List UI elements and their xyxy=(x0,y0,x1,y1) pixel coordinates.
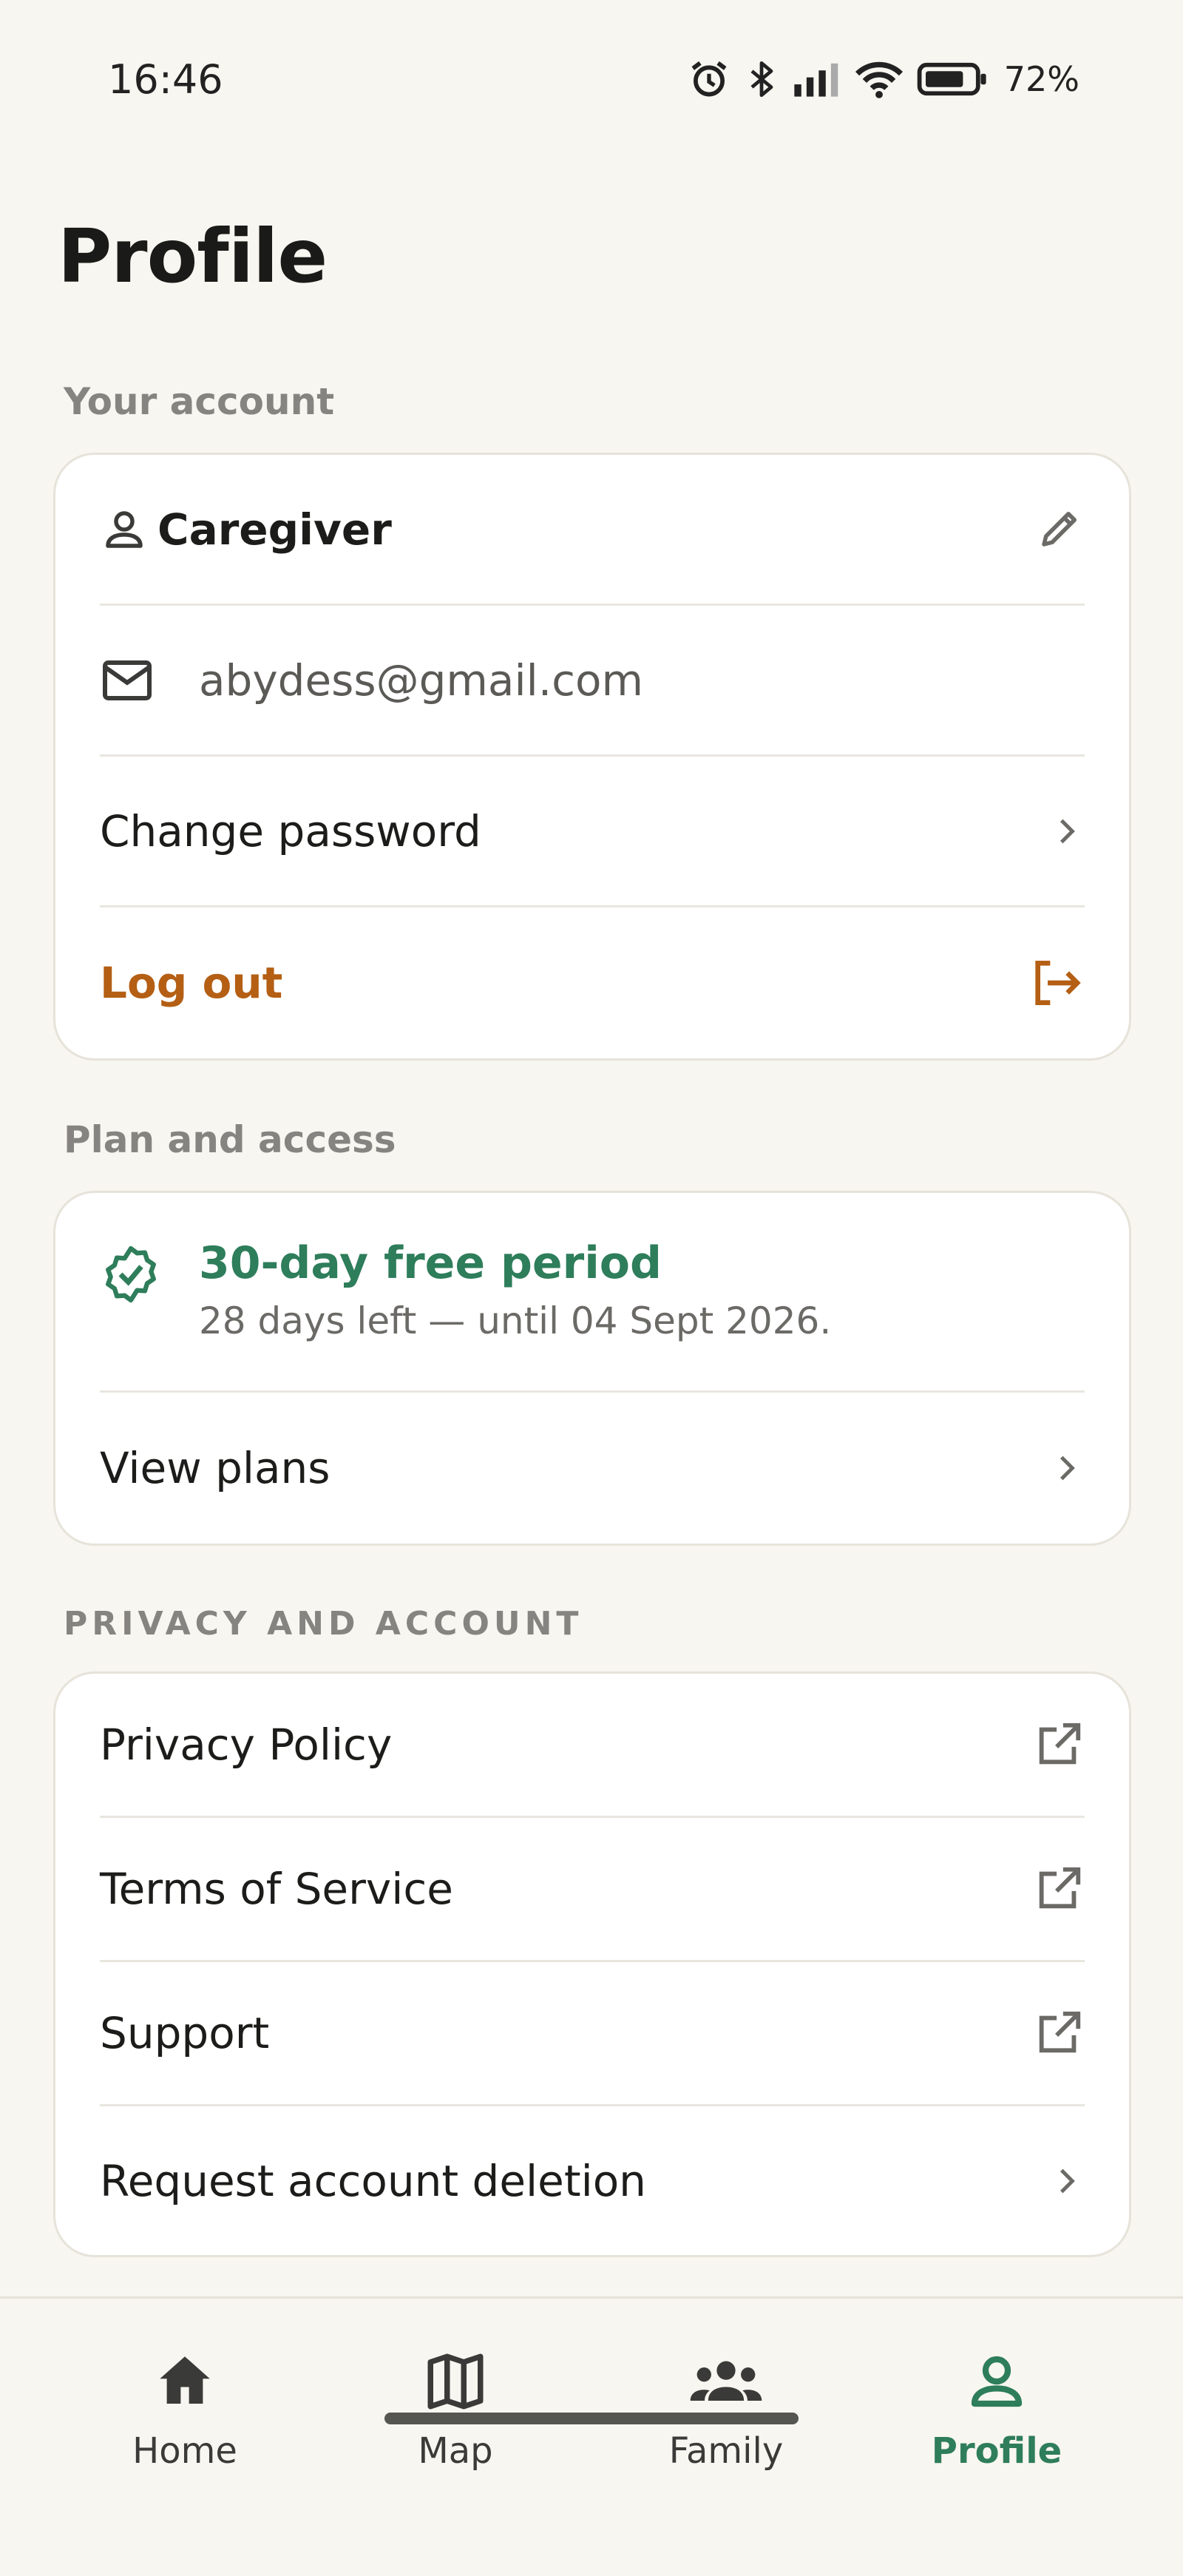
verified-badge-icon xyxy=(100,1243,199,1305)
external-link-icon xyxy=(1018,2007,1085,2059)
person-icon xyxy=(100,505,157,554)
terms-of-service-label: Terms of Service xyxy=(100,1864,453,1914)
alarm-icon xyxy=(688,58,731,101)
support-label: Support xyxy=(100,2008,270,2058)
logout-icon xyxy=(1018,953,1085,1013)
plan-status-row: 30-day free period 28 days left — until … xyxy=(100,1193,1085,1393)
map-icon xyxy=(345,2345,566,2418)
edit-name-button[interactable] xyxy=(1018,504,1085,555)
status-time: 16:46 xyxy=(108,56,223,103)
bottom-navigation: Home Map Family Profile xyxy=(0,2296,1183,2576)
nav-profile[interactable]: Profile xyxy=(886,2345,1108,2472)
plan-title: 30-day free period xyxy=(199,1237,662,1289)
battery-percentage: 72% xyxy=(1003,59,1079,99)
home-indicator[interactable] xyxy=(384,2413,799,2424)
account-email-row: abydess@gmail.com xyxy=(100,606,1085,757)
terms-of-service-row[interactable]: Terms of Service xyxy=(100,1818,1085,1962)
logout-label: Log out xyxy=(100,958,283,1008)
status-bar: 16:46 72% xyxy=(0,0,1183,163)
request-account-deletion-row[interactable]: Request account deletion xyxy=(100,2106,1085,2255)
wifi-icon xyxy=(853,59,905,99)
account-name: Caregiver xyxy=(157,504,392,555)
plan-card: 30-day free period 28 days left — until … xyxy=(53,1191,1131,1546)
external-link-icon xyxy=(1018,1719,1085,1771)
nav-profile-label: Profile xyxy=(931,2430,1062,2472)
section-label-plan-and-access: Plan and access xyxy=(64,1118,396,1161)
account-email: abydess@gmail.com xyxy=(199,655,644,706)
privacy-policy-label: Privacy Policy xyxy=(100,1720,393,1770)
plan-subtitle: 28 days left — until 04 Sept 2026. xyxy=(199,1299,832,1342)
family-icon xyxy=(615,2345,837,2418)
privacy-card: Privacy Policy Terms of Service Support … xyxy=(53,1671,1131,2257)
chevron-right-icon xyxy=(1018,1450,1085,1487)
change-password-label: Change password xyxy=(100,805,481,856)
chevron-right-icon xyxy=(1018,813,1085,850)
page-title: Profile xyxy=(58,213,328,300)
profile-icon xyxy=(886,2345,1108,2418)
nav-family-label: Family xyxy=(668,2430,784,2472)
view-plans-row[interactable]: View plans xyxy=(100,1393,1085,1544)
request-account-deletion-label: Request account deletion xyxy=(100,2155,646,2206)
change-password-row[interactable]: Change password xyxy=(100,757,1085,907)
status-icons: 72% xyxy=(688,53,1079,105)
account-card: Caregiver abydess@gmail.com Change passw… xyxy=(53,453,1131,1061)
battery-icon xyxy=(917,61,988,98)
view-plans-label: View plans xyxy=(100,1443,331,1493)
bluetooth-icon xyxy=(742,57,781,101)
nav-home[interactable]: Home xyxy=(74,2345,296,2472)
signal-icon xyxy=(793,61,841,98)
nav-family[interactable]: Family xyxy=(615,2345,837,2472)
account-name-row: Caregiver xyxy=(100,455,1085,606)
home-icon xyxy=(74,2345,296,2418)
logout-row[interactable]: Log out xyxy=(100,907,1085,1058)
pencil-icon xyxy=(1036,504,1085,555)
mail-icon xyxy=(100,658,199,703)
section-label-privacy: PRIVACY AND ACCOUNT xyxy=(64,1605,583,1643)
external-link-icon xyxy=(1018,1863,1085,1915)
nav-map-label: Map xyxy=(418,2430,493,2472)
privacy-policy-row[interactable]: Privacy Policy xyxy=(100,1674,1085,1818)
nav-home-label: Home xyxy=(132,2430,237,2472)
chevron-right-icon xyxy=(1018,2163,1085,2200)
support-row[interactable]: Support xyxy=(100,1962,1085,2106)
section-label-your-account: Your account xyxy=(64,380,335,423)
nav-map[interactable]: Map xyxy=(345,2345,566,2472)
